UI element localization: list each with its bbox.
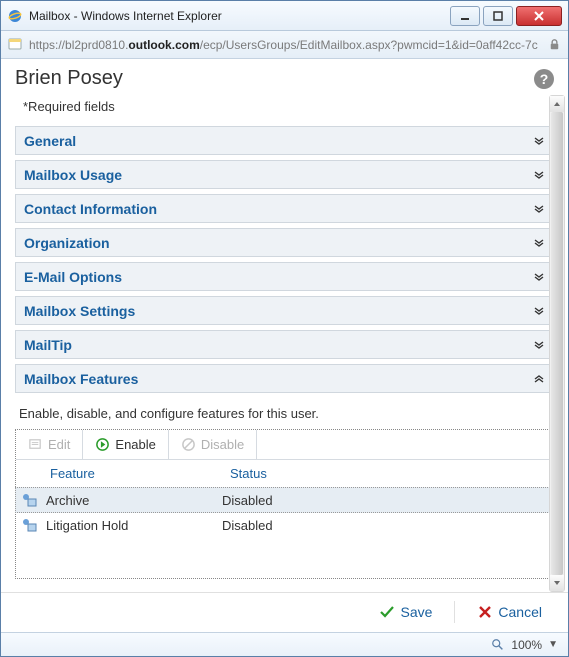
section-contact-information[interactable]: Contact Information — [15, 194, 554, 223]
scroll-up-arrow[interactable] — [550, 96, 564, 112]
address-text[interactable]: https://bl2prd0810.outlook.com/ecp/Users… — [29, 38, 541, 52]
disable-icon — [181, 437, 196, 452]
x-icon — [477, 604, 493, 620]
chevron-down-icon — [533, 237, 545, 249]
address-bar: https://bl2prd0810.outlook.com/ecp/Users… — [1, 31, 568, 59]
window-titlebar: Mailbox - Windows Internet Explorer — [1, 1, 568, 31]
maximize-button[interactable] — [483, 6, 513, 26]
help-icon[interactable]: ? — [534, 69, 554, 89]
section-organization[interactable]: Organization — [15, 228, 554, 257]
mailbox-features-body: Enable, disable, and configure features … — [15, 398, 554, 587]
enable-button[interactable]: Enable — [83, 430, 168, 459]
chevron-up-icon — [533, 373, 545, 385]
chevron-down-icon — [533, 203, 545, 215]
col-feature[interactable]: Feature — [42, 460, 222, 487]
section-label: Mailbox Usage — [24, 167, 533, 183]
row-status: Disabled — [222, 518, 549, 533]
enable-label: Enable — [115, 437, 155, 452]
section-email-options[interactable]: E-Mail Options — [15, 262, 554, 291]
page-header: Brien Posey ? — [1, 59, 568, 96]
section-mailbox-usage[interactable]: Mailbox Usage — [15, 160, 554, 189]
cancel-button[interactable]: Cancel — [469, 600, 550, 624]
zoom-icon[interactable] — [491, 638, 505, 652]
features-table-head: Feature Status — [16, 460, 553, 488]
page-icon — [7, 37, 23, 53]
col-status[interactable]: Status — [222, 460, 553, 487]
feature-icon — [20, 516, 38, 534]
minimize-button[interactable] — [450, 6, 480, 26]
section-mailtip[interactable]: MailTip — [15, 330, 554, 359]
row-feature: Litigation Hold — [42, 518, 222, 533]
required-fields-label: *Required fields — [15, 95, 554, 126]
section-label: Organization — [24, 235, 533, 251]
scroll-down-arrow[interactable] — [550, 575, 564, 591]
section-mailbox-settings[interactable]: Mailbox Settings — [15, 296, 554, 325]
edit-icon — [28, 437, 43, 452]
check-icon — [379, 604, 395, 620]
table-row[interactable]: Archive Disabled — [15, 487, 554, 513]
edit-button[interactable]: Edit — [16, 430, 83, 459]
status-bar: 100% ▼ — [1, 632, 568, 656]
mailbox-owner-name: Brien Posey — [15, 67, 534, 90]
row-status: Disabled — [222, 493, 549, 508]
chevron-down-icon — [533, 339, 545, 351]
ie-icon — [7, 8, 23, 24]
lock-icon — [547, 37, 562, 52]
url-prefix: https://bl2prd0810. — [29, 38, 128, 52]
chevron-down-icon — [533, 305, 545, 317]
row-feature: Archive — [42, 493, 222, 508]
section-label: Mailbox Settings — [24, 303, 533, 319]
window-controls — [447, 6, 562, 26]
enable-icon — [95, 437, 110, 452]
save-button[interactable]: Save — [371, 600, 440, 624]
feature-icon — [20, 491, 38, 509]
section-mailbox-features[interactable]: Mailbox Features — [15, 364, 554, 393]
zoom-dropdown-icon[interactable]: ▼ — [548, 639, 558, 650]
chevron-down-icon — [533, 169, 545, 181]
section-label: MailTip — [24, 337, 533, 353]
section-label: Mailbox Features — [24, 371, 533, 387]
cancel-label: Cancel — [498, 604, 542, 620]
url-host: outlook.com — [128, 38, 199, 52]
features-toolbar: Edit Enable Disable — [16, 430, 553, 460]
zoom-level[interactable]: 100% — [511, 638, 542, 652]
table-row[interactable]: Litigation Hold Disabled — [16, 512, 553, 538]
section-general[interactable]: General — [15, 126, 554, 155]
vertical-scrollbar[interactable] — [549, 95, 565, 592]
page-content: Brien Posey ? *Required fields General M… — [1, 59, 568, 656]
chevron-down-icon — [533, 135, 545, 147]
ie-window: Mailbox - Windows Internet Explorer http… — [0, 0, 569, 657]
scroll-thumb[interactable] — [551, 112, 563, 575]
dialog-footer: Save Cancel — [1, 592, 568, 630]
section-label: General — [24, 133, 533, 149]
save-label: Save — [400, 604, 432, 620]
url-suffix: /ecp/UsersGroups/EditMailbox.aspx?pwmcid… — [200, 38, 538, 52]
footer-divider — [454, 601, 455, 623]
section-label: Contact Information — [24, 201, 533, 217]
features-intro: Enable, disable, and configure features … — [15, 404, 554, 429]
scroll-area: *Required fields General Mailbox Usage C… — [1, 95, 568, 592]
disable-button[interactable]: Disable — [169, 430, 257, 459]
disable-label: Disable — [201, 437, 244, 452]
chevron-down-icon — [533, 271, 545, 283]
section-label: E-Mail Options — [24, 269, 533, 285]
row-spacer — [16, 538, 553, 578]
edit-label: Edit — [48, 437, 70, 452]
close-button[interactable] — [516, 6, 562, 26]
window-title: Mailbox - Windows Internet Explorer — [29, 9, 447, 23]
features-panel: Edit Enable Disable Feature Sta — [15, 429, 554, 579]
